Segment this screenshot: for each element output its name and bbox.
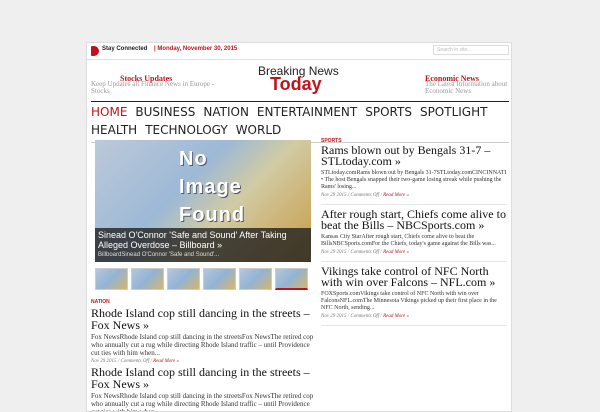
placeholder-word: Found [179,204,246,226]
slider-thumbnail[interactable] [203,268,236,290]
placeholder-word: No [179,148,208,170]
slider-thumbnail[interactable] [95,268,128,290]
article-excerpt: STLtoday.comRams blown out by Bengals 31… [321,170,507,190]
article-comments: Comments Off [350,193,380,198]
read-more-link[interactable]: Read More » [383,193,409,198]
slider-thumbnail[interactable] [239,268,272,290]
article-comments: Comments Off [350,250,380,255]
sports-section: SPORTS Rams blown out by Bengals 31-7 – … [321,138,507,330]
article-meta: Nov 29 2015 / Comments Off / Read More » [321,314,410,319]
nav-item-technology[interactable]: TECHNOLOGY [145,123,227,138]
article-date: Nov 29 2015 [321,314,347,319]
slider-thumbnail-active[interactable] [275,268,308,290]
nav-item-sports[interactable]: SPORTS [365,105,412,120]
top-bar: Stay Connected | Monday, November 30, 20… [87,43,511,60]
article-excerpt: Fox NewsRhode Island cop still dancing i… [91,333,314,357]
main-nav: HOME BUSINESS NATION ENTERTAINMENT SPORT… [91,101,509,143]
nav-item-health[interactable]: HEALTH [91,123,137,138]
article-title[interactable]: Rhode Island cop still dancing in the st… [91,307,315,331]
current-date: | Monday, November 30, 2015 [154,46,238,52]
article-date: Nov 29 2015 [91,359,117,364]
slide-title[interactable]: Sinead O'Connor 'Safe and Sound' After T… [98,230,310,250]
article-comments: Comments Off [350,314,380,319]
article-excerpt: Fox NewsRhode Island cop still dancing i… [91,392,314,412]
article-title[interactable]: Rhode Island cop still dancing in the st… [91,366,315,390]
slide-caption: Sinead O'Connor 'Safe and Sound' After T… [95,228,311,262]
read-more-link[interactable]: Read More » [383,250,409,255]
slider-thumbnails [95,268,311,290]
site-header: Stocks Updates Keep Updates all Finance … [87,61,511,101]
header-left-ad-subtitle: Keep Updates all Finance News in Europe … [91,80,215,95]
list-item: Rams blown out by Bengals 31-7 – STLtoda… [321,144,507,205]
stay-connected-label: Stay Connected [102,46,148,52]
article-meta: Nov 29 2015 / Comments Off / Read More » [321,250,410,255]
slider-thumbnail[interactable] [131,268,164,290]
search-input[interactable]: Search in site... [433,45,509,55]
nav-item-spotlight[interactable]: SPOTLIGHT [420,105,488,120]
nation-section: NATION Rhode Island cop still dancing in… [91,299,315,412]
site-logo-line2[interactable]: Today [270,74,322,95]
featured-slider[interactable]: No Image Found Sinead O'Connor 'Safe and… [95,140,311,262]
article-date: Nov 29 2015 [321,193,347,198]
page-container: Stay Connected | Monday, November 30, 20… [86,42,512,412]
article-excerpt: FOXSports.comVikings take control of NFC… [321,291,497,311]
section-category-label[interactable]: NATION [91,299,315,305]
article-meta: Nov 29 2015 / Comments Off / Read More » [321,193,410,198]
article-meta: Nov 29 2015 / Comments Off / Read More » [91,359,180,364]
read-more-link[interactable]: Read More » [153,359,179,364]
read-more-link[interactable]: Read More » [383,314,409,319]
nav-item-business[interactable]: BUSINESS [135,105,195,120]
nav-item-home[interactable]: HOME [91,105,127,120]
article-comments: Comments Off [120,359,150,364]
article-date: Nov 29 2015 [321,250,347,255]
brand-mark-icon [91,46,99,56]
slider-thumbnail[interactable] [167,268,200,290]
placeholder-word: Image [179,176,242,198]
nav-item-entertainment[interactable]: ENTERTAINMENT [257,105,357,120]
article-title[interactable]: After rough start, Chiefs come alive to … [321,208,507,231]
article-title[interactable]: Vikings take control of NFC North with w… [321,265,507,288]
slide-excerpt: BillboardSinead O'Connor 'Safe and Sound… [98,252,220,258]
header-right-ad-subtitle: The Latest Information about Economic Ne… [425,80,508,95]
list-item: After rough start, Chiefs come alive to … [321,208,507,262]
article-excerpt: Kansas City StarAfter rough start, Chief… [321,234,496,247]
list-item: Vikings take control of NFC North with w… [321,265,507,326]
nav-item-nation[interactable]: NATION [203,105,249,120]
article-title[interactable]: Rams blown out by Bengals 31-7 – STLtoda… [321,144,507,167]
nav-item-world[interactable]: WORLD [236,123,282,138]
